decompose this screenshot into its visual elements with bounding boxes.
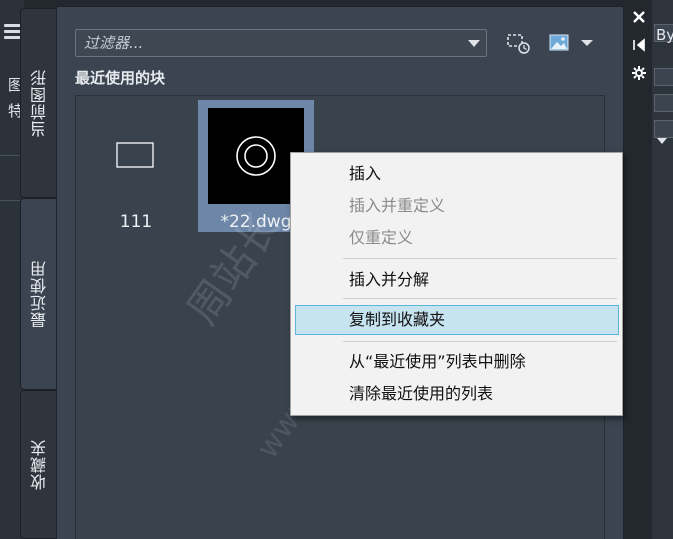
block-thumbnail — [88, 108, 184, 204]
palette-tabs: 当前图形 最近使用 收藏夹 — [20, 0, 58, 539]
block-name: 111 — [119, 212, 153, 232]
filter-combobox[interactable] — [75, 29, 487, 57]
host-right-strip: ByL — [652, 0, 673, 539]
menu-item-insert[interactable]: 插入 — [295, 159, 619, 189]
close-icon[interactable] — [628, 6, 650, 28]
menu-item-remove-from-recent[interactable]: 从“最近使用”列表中删除 — [295, 347, 619, 377]
host-field[interactable] — [654, 94, 673, 112]
tab-label: 最近使用 — [29, 260, 49, 328]
tab-current-drawing[interactable]: 当前图形 — [20, 8, 58, 198]
palette-title-bar — [624, 0, 652, 539]
menu-item-clear-recent[interactable]: 清除最近使用的列表 — [295, 379, 619, 409]
menu-item-copy-to-favorites[interactable]: 复制到收藏夹 — [295, 305, 619, 335]
insert-block-icon[interactable] — [505, 31, 531, 55]
section-title: 最近使用的块 — [75, 69, 166, 87]
tab-label: 收藏夹 — [29, 439, 49, 490]
block-name: *22.dwg — [220, 212, 292, 232]
menu-separator — [343, 298, 617, 299]
menu-item-insert-explode[interactable]: 插入并分解 — [295, 265, 619, 295]
thumbnail-view-icon[interactable] — [547, 31, 573, 55]
chevron-down-icon[interactable] — [656, 136, 668, 146]
tab-recent[interactable]: 最近使用 — [20, 198, 58, 390]
menu-item-insert-redefine[interactable]: 插入并重定义 — [295, 191, 619, 221]
host-field[interactable] — [654, 68, 673, 86]
filter-input[interactable] — [76, 30, 456, 56]
block-tile[interactable]: 111 — [78, 100, 194, 232]
chevron-down-icon[interactable] — [468, 40, 480, 47]
menu-separator — [343, 341, 617, 342]
rectangle-block-icon — [116, 142, 154, 168]
menu-item-redefine-only[interactable]: 仅重定义 — [295, 223, 619, 253]
context-menu: 插入 插入并重定义 仅重定义 插入并分解 复制到收藏夹 从“最近使用”列表中删除… — [290, 152, 623, 416]
tab-favorites[interactable]: 收藏夹 — [20, 390, 58, 539]
host-clip-text: ByL — [656, 26, 673, 44]
menu-separator — [343, 258, 617, 259]
view-options-chevron-icon[interactable] — [579, 31, 595, 55]
auto-hide-icon[interactable] — [628, 34, 650, 56]
gear-icon[interactable] — [628, 62, 650, 84]
tab-label: 当前图形 — [29, 69, 49, 137]
concentric-circles-block-icon — [236, 136, 276, 176]
